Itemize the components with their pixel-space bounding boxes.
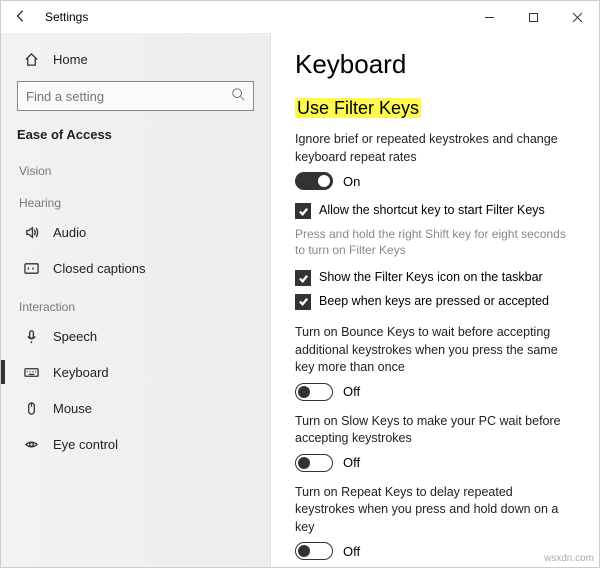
repeat-desc: Turn on Repeat Keys to delay repeated ke…: [295, 484, 575, 537]
sidebar-home[interactable]: Home: [1, 41, 270, 77]
eye-icon: [19, 437, 43, 452]
shortcut-sub: Press and hold the right Shift key for e…: [295, 226, 575, 260]
mouse-icon: [19, 401, 43, 416]
filter-desc: Ignore brief or repeated keystrokes and …: [295, 131, 575, 166]
checkbox-label: Show the Filter Keys icon on the taskbar: [319, 269, 543, 287]
back-button[interactable]: [1, 9, 41, 26]
maximize-button[interactable]: [511, 1, 555, 33]
filter-keys-toggle[interactable]: On: [295, 172, 575, 190]
search-box[interactable]: [17, 81, 254, 111]
bounce-desc: Turn on Bounce Keys to wait before accep…: [295, 324, 575, 377]
group-vision: Vision: [1, 150, 270, 182]
sidebar-item-label: Mouse: [53, 401, 92, 416]
checkbox-icon: [295, 203, 311, 219]
checkbox-label: Allow the shortcut key to start Filter K…: [319, 202, 545, 220]
filter-heading: Use Filter Keys: [295, 98, 575, 119]
toggle-label: Off: [343, 455, 360, 470]
titlebar: Settings: [1, 1, 599, 33]
slow-desc: Turn on Slow Keys to make your PC wait b…: [295, 413, 575, 448]
search-input[interactable]: [26, 89, 231, 104]
bounce-keys-toggle[interactable]: Off: [295, 383, 575, 401]
mic-icon: [19, 329, 43, 344]
window-title: Settings: [41, 10, 467, 24]
sidebar-item-label: Keyboard: [53, 365, 109, 380]
sidebar-item-keyboard[interactable]: Keyboard: [1, 354, 270, 390]
sidebar-item-audio[interactable]: Audio: [1, 214, 270, 250]
toggle-label: Off: [343, 384, 360, 399]
sidebar-item-label: Speech: [53, 329, 97, 344]
repeat-keys-toggle[interactable]: Off: [295, 542, 575, 560]
page-title: Keyboard: [295, 49, 575, 80]
sidebar-item-label: Audio: [53, 225, 86, 240]
checkbox-show-icon[interactable]: Show the Filter Keys icon on the taskbar: [295, 269, 575, 287]
sidebar-item-speech[interactable]: Speech: [1, 318, 270, 354]
sidebar-item-eye-control[interactable]: Eye control: [1, 426, 270, 462]
sidebar-item-label: Eye control: [53, 437, 118, 452]
search-icon: [231, 87, 245, 106]
cc-icon: [19, 261, 43, 276]
checkbox-shortcut[interactable]: Allow the shortcut key to start Filter K…: [295, 202, 575, 220]
keyboard-icon: [19, 365, 43, 380]
sidebar-section: Ease of Access: [1, 121, 270, 150]
group-interaction: Interaction: [1, 286, 270, 318]
sidebar-item-closed-captions[interactable]: Closed captions: [1, 250, 270, 286]
sidebar-home-label: Home: [53, 52, 88, 67]
checkbox-label: Beep when keys are pressed or accepted: [319, 293, 549, 311]
content-panel: Keyboard Use Filter Keys Ignore brief or…: [271, 33, 599, 567]
close-button[interactable]: [555, 1, 599, 33]
watermark: wsxdn.com: [544, 553, 594, 564]
toggle-label: On: [343, 174, 360, 189]
audio-icon: [19, 225, 43, 240]
checkbox-icon: [295, 294, 311, 310]
group-hearing: Hearing: [1, 182, 270, 214]
checkbox-beep[interactable]: Beep when keys are pressed or accepted: [295, 293, 575, 311]
toggle-label: Off: [343, 544, 360, 559]
sidebar-item-label: Closed captions: [53, 261, 146, 276]
minimize-button[interactable]: [467, 1, 511, 33]
slow-keys-toggle[interactable]: Off: [295, 454, 575, 472]
sidebar-item-mouse[interactable]: Mouse: [1, 390, 270, 426]
home-icon: [19, 52, 43, 67]
sidebar: Home Ease of Access Vision Hearing Audio…: [1, 33, 271, 567]
checkbox-icon: [295, 270, 311, 286]
